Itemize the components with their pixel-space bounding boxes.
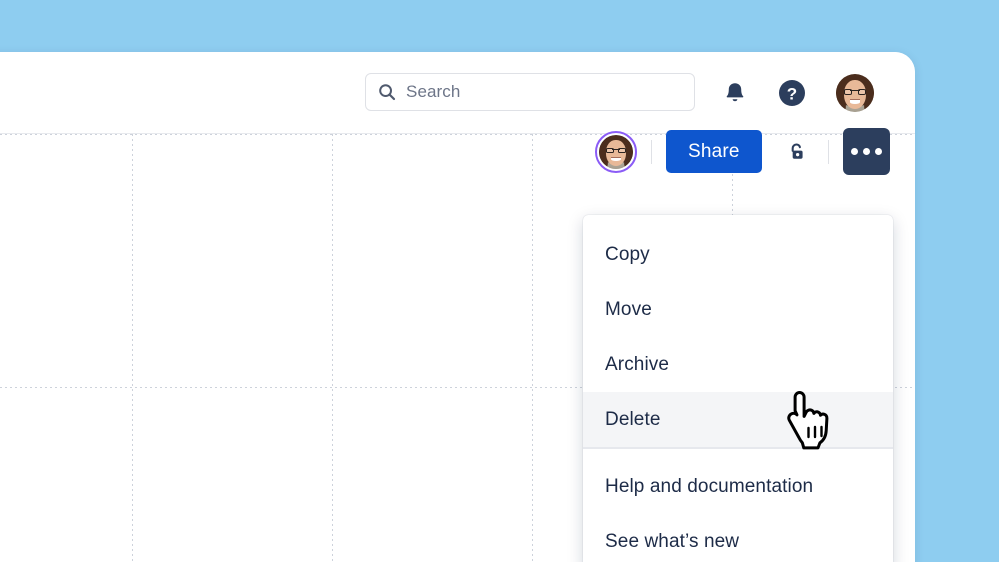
collaborator-avatar-image — [599, 134, 633, 169]
collaborator-avatar[interactable] — [595, 130, 637, 173]
grid-line-vertical — [532, 134, 533, 562]
search-placeholder: Search — [406, 82, 461, 101]
page-actions-toolbar: Share — [595, 128, 890, 175]
more-actions-dropdown: Copy Move Archive Delete Help and docume… — [583, 215, 893, 562]
menu-item-copy[interactable]: Copy — [583, 227, 893, 282]
search-icon — [378, 83, 396, 101]
menu-item-archive[interactable]: Archive — [583, 337, 893, 392]
search-input[interactable]: Search — [365, 73, 695, 111]
share-button[interactable]: Share — [666, 130, 762, 173]
bell-icon[interactable] — [722, 80, 748, 106]
unlock-icon[interactable] — [780, 135, 814, 169]
menu-item-see-whats-new[interactable]: See what’s new — [583, 514, 893, 562]
ellipsis-dot — [862, 148, 870, 155]
avatar[interactable] — [836, 74, 874, 112]
menu-spacer — [583, 449, 893, 459]
screenshot-root: Search ? Share Copy Move Archive Delete … — [0, 0, 999, 562]
menu-item-help-and-documentation[interactable]: Help and documentation — [583, 459, 893, 514]
toolbar-divider — [827, 139, 829, 164]
grid-line-vertical — [332, 134, 333, 562]
top-navigation-bar: Search ? — [0, 52, 915, 134]
menu-item-delete[interactable]: Delete — [583, 392, 893, 447]
grid-line-vertical — [132, 134, 133, 562]
ellipsis-dot — [850, 148, 858, 155]
menu-item-move[interactable]: Move — [583, 282, 893, 337]
ellipsis-dot — [874, 148, 882, 155]
toolbar-divider — [651, 139, 652, 164]
question-circle-icon[interactable]: ? — [778, 79, 806, 107]
avatar-image — [836, 74, 874, 112]
svg-text:?: ? — [787, 85, 797, 104]
app-window: Search ? Share Copy Move Archive Delete … — [0, 52, 915, 562]
ellipsis-icon[interactable] — [842, 128, 890, 175]
